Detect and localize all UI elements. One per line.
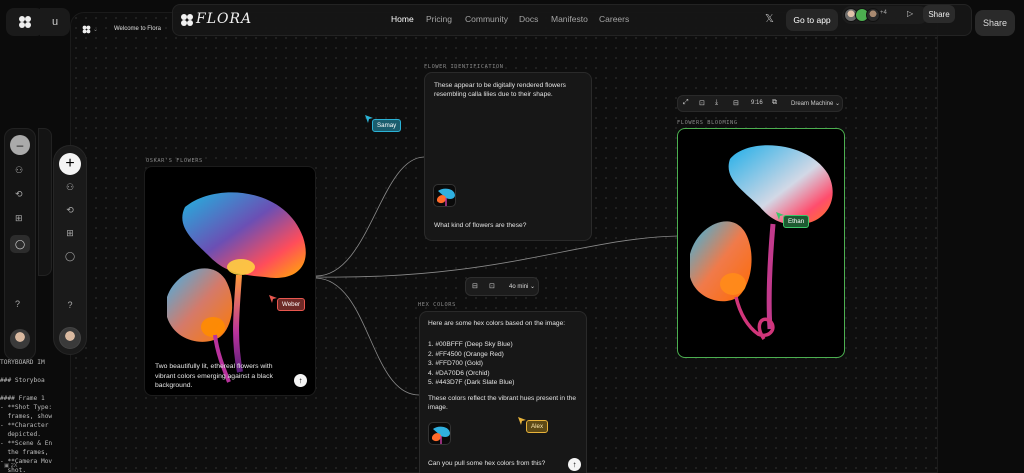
- zoom-level: ▣ 2X: [4, 463, 18, 469]
- node-label-hex: HEX COLORS: [418, 302, 456, 308]
- chevron-down-icon[interactable]: ⌄: [93, 26, 98, 33]
- hex-prompt: Can you pull some hex colors from this?: [428, 460, 546, 467]
- share-button[interactable]: Share: [923, 5, 955, 23]
- history-icon[interactable]: ⟲: [15, 189, 23, 200]
- cursor-tag-weber: Weber: [277, 298, 306, 311]
- blocks-icon[interactable]: ⊞: [62, 228, 78, 240]
- cursor-tag-alex: Alex: [526, 420, 549, 433]
- help-icon[interactable]: ?: [62, 300, 78, 312]
- play-icon[interactable]: ▷: [907, 9, 913, 18]
- background-share-button[interactable]: Share: [975, 10, 1015, 36]
- bookmark-icon[interactable]: ⊡: [699, 99, 705, 107]
- flowers-blooming-image[interactable]: [677, 128, 845, 358]
- image-thumbnail[interactable]: [433, 184, 456, 207]
- storyboard-text: TORYBOARD IM ### Storyboa #### Frame 1 -…: [0, 359, 52, 473]
- brand-name[interactable]: FLORA: [196, 11, 252, 27]
- settings-icon[interactable]: ⊟: [733, 99, 739, 107]
- flora-logo-icon: [82, 25, 91, 34]
- hex-item: 1. #00BFFF (Deep Sky Blue): [428, 341, 513, 348]
- nav-community[interactable]: Community: [465, 14, 508, 24]
- zoom-value: 2X: [10, 463, 18, 469]
- image-thumbnail[interactable]: [428, 422, 451, 445]
- node-label-blooming: FLOWERS BLOOMING: [677, 120, 738, 126]
- expand-icon[interactable]: ⤢: [683, 99, 689, 107]
- collaborators-more[interactable]: +4: [880, 10, 887, 16]
- nav-docs[interactable]: Docs: [519, 14, 538, 24]
- cursor-arrow-icon: [518, 417, 526, 425]
- model-select[interactable]: 4o mini ⌄: [509, 283, 535, 290]
- history-icon[interactable]: ⟲: [62, 205, 78, 217]
- chevron-down-icon: ⌄: [530, 284, 536, 290]
- background-sidebar: – ⚇ ⟲ ⊞ ◯ ?: [4, 128, 36, 360]
- canvas-title[interactable]: Welcome to Flora: [114, 26, 161, 32]
- identification-card[interactable]: These appear to be digitally rendered fl…: [424, 72, 592, 241]
- chevron-down-icon: ⌄: [835, 101, 841, 107]
- nav-pricing[interactable]: Pricing: [426, 14, 452, 24]
- chat-icon[interactable]: ◯: [62, 251, 78, 263]
- help-icon[interactable]: ?: [15, 299, 20, 309]
- nav-home[interactable]: Home: [391, 14, 414, 24]
- background-sidebar-edge: [38, 128, 52, 276]
- flora-logo-icon: [19, 16, 31, 28]
- blocks-icon[interactable]: ⊞: [15, 213, 23, 224]
- download-icon[interactable]: ⤓: [715, 99, 718, 107]
- shapes-icon[interactable]: ⚇: [15, 165, 23, 176]
- model-name: 4o mini: [509, 284, 529, 290]
- model-pill: ⊟ ⊡ 4o mini ⌄: [465, 277, 539, 296]
- video-model-name: Dream Machine: [791, 101, 834, 107]
- left-toolbar: [53, 145, 87, 355]
- go-to-app-button[interactable]: Go to app: [786, 9, 838, 31]
- video-model-select[interactable]: Dream Machine ⌄: [791, 100, 840, 107]
- cursor-tag-samay: Samay: [372, 119, 402, 132]
- avatar[interactable]: [10, 329, 30, 349]
- identification-prompt: What kind of flowers are these?: [434, 222, 527, 229]
- hex-item: 3. #FFD700 (Gold): [428, 360, 483, 367]
- bookmark-icon[interactable]: ⊡: [489, 282, 495, 290]
- copy-icon[interactable]: ⧉: [772, 99, 777, 107]
- send-button[interactable]: ↑: [568, 458, 581, 471]
- hex-item: 5. #443D7F (Dark Slate Blue): [428, 379, 515, 386]
- cursor-weber: [269, 290, 277, 308]
- chat-icon[interactable]: ◯: [10, 235, 30, 253]
- cursor-arrow-icon: [269, 295, 277, 303]
- background-logo[interactable]: [6, 8, 44, 36]
- cursor-alex: [518, 412, 526, 430]
- background-tab[interactable]: u: [40, 8, 70, 36]
- hex-item: 4. #DA70D6 (Orchid): [428, 369, 490, 377]
- hex-outro: These colors reflect the vibrant hues pr…: [428, 395, 577, 412]
- cursor-tag-ethan: Ethan: [783, 215, 810, 228]
- x-social-icon[interactable]: 𝕏: [765, 12, 774, 25]
- send-button[interactable]: ↑: [294, 374, 307, 387]
- node-label-oskar: OSKAR'S FLOWERS: [146, 158, 203, 164]
- identification-response: These appear to be digitally rendered fl…: [434, 82, 566, 99]
- nav-manifesto[interactable]: Manifesto: [551, 14, 588, 24]
- flower-thumb: [432, 426, 450, 444]
- screen: u Share – ⚇ ⟲ ⊞ ◯ ? TORYBOARD IM ### Sto…: [0, 0, 1024, 473]
- avatar[interactable]: [59, 327, 81, 349]
- flower-caption: Two beautifully lit, ethereal flowers wi…: [155, 363, 273, 389]
- collaborator-avatar[interactable]: [866, 8, 880, 22]
- flora-logo-icon[interactable]: [180, 13, 194, 27]
- hex-intro: Here are some hex colors based on the im…: [428, 320, 566, 327]
- flower-thumb: [437, 188, 455, 206]
- settings-icon[interactable]: ⊟: [472, 282, 478, 290]
- nav-careers[interactable]: Careers: [599, 14, 629, 24]
- node-label-identification: FLOWER IDENTIFICATION: [424, 64, 504, 70]
- hex-item: 2. #FF4500 (Orange Red): [428, 350, 504, 358]
- flower-image: [690, 145, 833, 341]
- add-button[interactable]: +: [59, 153, 81, 175]
- hex-colors-card[interactable]: Here are some hex colors based on the im…: [419, 311, 587, 473]
- shapes-icon[interactable]: ⚇: [62, 182, 78, 194]
- minus-icon[interactable]: –: [10, 135, 30, 155]
- aspect-ratio[interactable]: 9:16: [751, 100, 763, 106]
